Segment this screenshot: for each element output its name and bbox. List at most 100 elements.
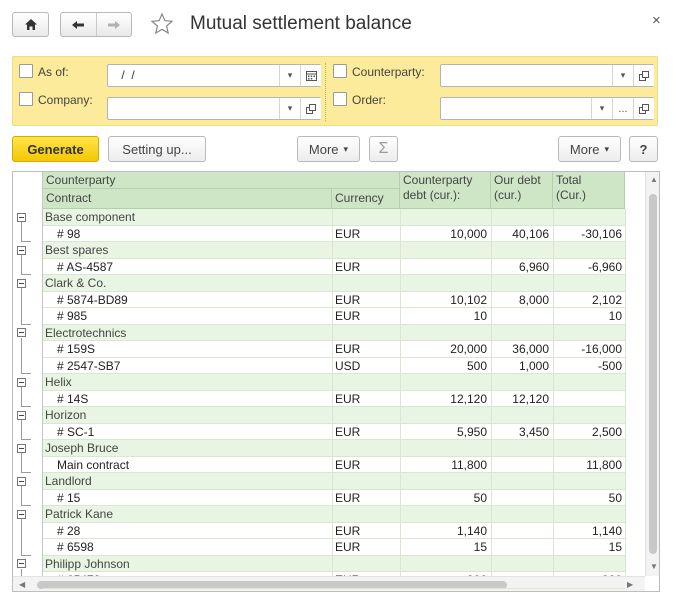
as-of-dropdown-button[interactable]: ▾: [279, 65, 300, 86]
counterparty-field[interactable]: ▾: [440, 64, 654, 87]
company-checkbox[interactable]: [19, 92, 33, 106]
table-row[interactable]: # 98 EUR 10,000 40,106 -30,106: [43, 225, 625, 242]
scroll-right-arrow-icon[interactable]: ▶: [627, 580, 633, 589]
order-dropdown-button[interactable]: ▾: [591, 98, 612, 119]
group-row[interactable]: Patrick Kane: [43, 506, 625, 523]
header-counterparty-debt[interactable]: Counterparty debt (cur.):: [400, 172, 491, 209]
cell-currency: EUR: [335, 226, 361, 241]
table-row[interactable]: # 14S EUR 12,120 12,120: [43, 390, 625, 407]
header-counterparty[interactable]: Counterparty: [43, 172, 400, 189]
group-row[interactable]: Landlord: [43, 473, 625, 490]
table-row[interactable]: # 15 EUR 50 50: [43, 489, 625, 506]
collapse-toggle-icon[interactable]: [17, 278, 26, 288]
company-dropdown-button[interactable]: ▾: [279, 98, 300, 119]
scroll-left-arrow-icon[interactable]: ◀: [19, 580, 25, 589]
vertical-scrollbar[interactable]: ▲ ▼: [645, 172, 659, 576]
group-row[interactable]: Philipp Johnson: [43, 555, 625, 572]
back-button[interactable]: [61, 13, 96, 36]
cell-counterparty-debt: 500: [466, 358, 487, 373]
calendar-button[interactable]: [300, 65, 321, 86]
counterparty-open-button[interactable]: [633, 65, 654, 86]
group-row[interactable]: Base component: [43, 209, 625, 226]
order-open-button[interactable]: [633, 98, 654, 119]
cell-total: 50: [608, 490, 622, 505]
row-divider: [43, 455, 625, 457]
group-row[interactable]: Joseph Bruce: [43, 440, 625, 457]
table-row[interactable]: # 28 EUR 1,140 1,140: [43, 522, 625, 539]
help-button[interactable]: ?: [629, 136, 658, 162]
tree-line: [21, 420, 22, 439]
scroll-up-arrow-icon[interactable]: ▲: [650, 175, 658, 184]
collapse-toggle-icon[interactable]: [17, 443, 26, 453]
as-of-date-field[interactable]: / / ▾: [107, 64, 321, 87]
group-row[interactable]: Helix: [43, 374, 625, 391]
collapse-toggle-icon[interactable]: [17, 212, 26, 222]
more-menu-button[interactable]: More ▾: [297, 136, 360, 162]
group-row[interactable]: Electrotechnics: [43, 324, 625, 341]
cell-contract: # 98: [57, 226, 81, 241]
table-row[interactable]: # 2547-SB7 USD 500 1,000 -500: [43, 357, 625, 374]
cell-contract: # 6598: [57, 540, 94, 554]
scroll-down-arrow-icon[interactable]: ▼: [650, 562, 658, 571]
order-field[interactable]: ▾ ...: [440, 97, 654, 120]
chevron-down-icon: ▾: [620, 70, 626, 80]
table-row[interactable]: # 6598 EUR 15 15: [43, 539, 625, 556]
sum-button[interactable]: Σ: [369, 136, 398, 162]
arrow-right-icon: [107, 20, 120, 29]
row-divider: [43, 257, 625, 259]
company-open-button[interactable]: [300, 98, 321, 119]
row-divider: [43, 224, 625, 226]
home-button[interactable]: [12, 12, 49, 37]
vertical-scroll-thumb[interactable]: [649, 194, 657, 554]
collapse-toggle-icon[interactable]: [17, 559, 26, 568]
row-divider: [43, 406, 625, 407]
collapse-toggle-icon[interactable]: [17, 328, 26, 337]
collapse-toggle-icon[interactable]: [17, 476, 26, 486]
header-contract[interactable]: Contract: [43, 189, 332, 209]
table-row[interactable]: # 985 EUR 10 10: [43, 308, 625, 325]
order-checkbox[interactable]: [333, 92, 347, 106]
report-table[interactable]: Counterparty Contract Currency Counterpa…: [12, 171, 660, 592]
group-row[interactable]: Clark & Co.: [43, 275, 625, 292]
collapse-toggle-icon[interactable]: [17, 377, 26, 387]
header-currency[interactable]: Currency: [332, 189, 400, 209]
cell-total: 2,500: [591, 424, 622, 439]
cell-currency: EUR: [335, 424, 361, 439]
table-row[interactable]: Main contract EUR 11,800 11,800: [43, 456, 625, 473]
table-row[interactable]: # 5874-BD89 EUR 10,102 8,000 2,102: [43, 291, 625, 308]
header-our-debt[interactable]: Our debt (cur.): [491, 172, 553, 209]
order-select-button[interactable]: ...: [612, 98, 633, 119]
cell-currency: EUR: [335, 540, 361, 554]
group-row[interactable]: Best spares: [43, 242, 625, 259]
group-name: Best spares: [45, 243, 109, 257]
chevron-down-icon: ▾: [604, 143, 610, 154]
column-divider: [625, 209, 626, 576]
counterparty-checkbox[interactable]: [333, 64, 347, 78]
history-nav: [60, 12, 132, 37]
group-name: Electrotechnics: [45, 325, 127, 340]
header-total[interactable]: Total (Cur.): [553, 172, 625, 209]
more-menu-button-right[interactable]: More ▾: [558, 136, 621, 162]
cell-total: -30,106: [581, 226, 622, 241]
horizontal-scrollbar[interactable]: ◀ ▶: [13, 576, 645, 591]
company-field[interactable]: ▾: [107, 97, 321, 120]
chevron-down-icon: ▾: [287, 70, 293, 80]
collapse-toggle-icon[interactable]: [17, 509, 26, 519]
group-row[interactable]: Horizon: [43, 407, 625, 424]
tree-line: [21, 373, 31, 374]
cell-contract: # 2547-SB7: [57, 358, 121, 373]
as-of-checkbox[interactable]: [19, 64, 33, 78]
collapse-toggle-icon[interactable]: [17, 410, 26, 420]
favorite-star-button[interactable]: [150, 12, 174, 39]
setting-up-button[interactable]: Setting up...: [108, 136, 206, 162]
table-row[interactable]: # SC-1 EUR 5,950 3,450 2,500: [43, 423, 625, 440]
generate-button[interactable]: Generate: [12, 136, 99, 162]
row-divider: [43, 538, 625, 539]
forward-button[interactable]: [95, 13, 132, 36]
table-row[interactable]: # AS-4587 EUR 6,960 -6,960: [43, 258, 625, 275]
table-row[interactable]: # 159S EUR 20,000 36,000 -16,000: [43, 341, 625, 358]
collapse-toggle-icon[interactable]: [17, 245, 26, 255]
counterparty-dropdown-button[interactable]: ▾: [612, 65, 633, 86]
close-button[interactable]: ×: [652, 12, 661, 29]
cell-counterparty-debt: 20,000: [450, 342, 487, 356]
